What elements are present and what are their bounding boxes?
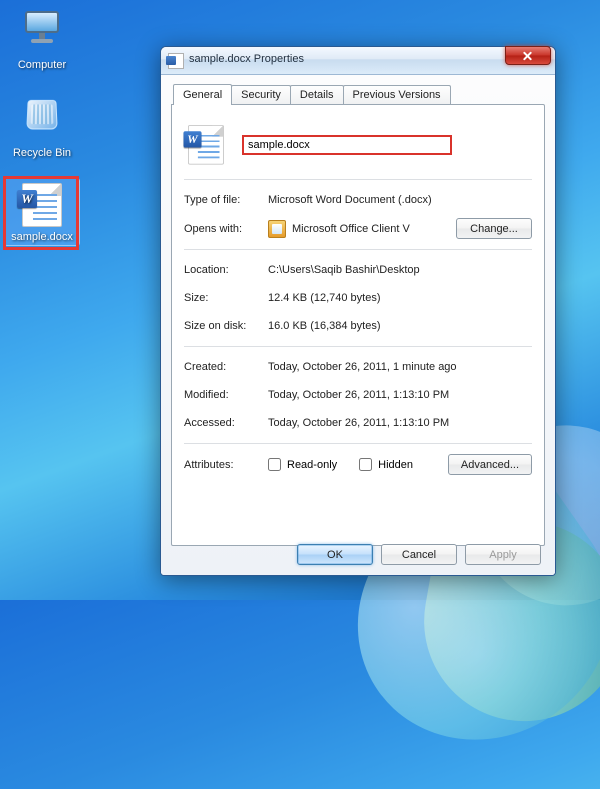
- titlebar[interactable]: sample.docx Properties: [161, 47, 555, 75]
- label-size-on-disk: Size on disk:: [184, 320, 268, 332]
- checkbox-readonly[interactable]: [268, 458, 281, 471]
- label-type-of-file: Type of file:: [184, 194, 268, 206]
- value-size-on-disk: 16.0 KB (16,384 bytes): [268, 320, 381, 332]
- divider: [184, 346, 532, 347]
- label-size: Size:: [184, 292, 268, 304]
- tab-details[interactable]: Details: [290, 85, 344, 104]
- checkbox-hidden-wrap[interactable]: Hidden: [359, 458, 413, 471]
- value-opens-with: Microsoft Office Client V: [292, 223, 410, 235]
- label-accessed: Accessed:: [184, 417, 268, 429]
- value-type-of-file: Microsoft Word Document (.docx): [268, 194, 432, 206]
- value-size: 12.4 KB (12,740 bytes): [268, 292, 381, 304]
- apply-button[interactable]: Apply: [465, 544, 541, 565]
- tab-strip: General Security Details Previous Versio…: [173, 81, 545, 104]
- divider: [184, 179, 532, 180]
- cancel-button[interactable]: Cancel: [381, 544, 457, 565]
- checkbox-readonly-label: Read-only: [287, 459, 337, 471]
- close-icon: [522, 50, 534, 62]
- properties-dialog: sample.docx Properties General Security …: [160, 46, 556, 576]
- close-button[interactable]: [505, 46, 551, 65]
- desktop-icon-label: Computer: [7, 59, 77, 71]
- value-created: Today, October 26, 2011, 1 minute ago: [268, 361, 457, 373]
- desktop-icon-label: Recycle Bin: [7, 147, 77, 159]
- desktop-icon-computer[interactable]: Computer: [4, 6, 80, 74]
- checkbox-hidden-label: Hidden: [378, 459, 413, 471]
- file-large-icon: W: [188, 125, 228, 165]
- tab-previous-versions[interactable]: Previous Versions: [343, 85, 451, 104]
- tab-security[interactable]: Security: [231, 85, 291, 104]
- value-accessed: Today, October 26, 2011, 1:13:10 PM: [268, 417, 449, 429]
- desktop-icon-label: sample.docx: [7, 231, 77, 243]
- label-opens-with: Opens with:: [184, 223, 268, 235]
- filename-field[interactable]: sample.docx: [242, 135, 452, 155]
- desktop-icon-sample-docx[interactable]: W sample.docx: [4, 178, 80, 246]
- ok-button[interactable]: OK: [297, 544, 373, 565]
- change-button[interactable]: Change...: [456, 218, 532, 239]
- checkbox-hidden[interactable]: [359, 458, 372, 471]
- label-attributes: Attributes:: [184, 459, 268, 471]
- recycle-bin-icon: [20, 99, 64, 143]
- divider: [184, 249, 532, 250]
- dialog-title: sample.docx Properties: [189, 53, 304, 65]
- value-location: C:\Users\Saqib Bashir\Desktop: [268, 264, 420, 276]
- filename-text: sample.docx: [248, 137, 310, 153]
- tab-general[interactable]: General: [173, 84, 232, 105]
- titlebar-doc-icon: [168, 53, 184, 69]
- label-location: Location:: [184, 264, 268, 276]
- divider: [184, 443, 532, 444]
- advanced-button[interactable]: Advanced...: [448, 454, 532, 475]
- opens-with-app-icon: [268, 220, 286, 238]
- tab-panel-general: W sample.docx Type of file: Microsoft Wo…: [171, 104, 545, 546]
- desktop-icon-recycle-bin[interactable]: Recycle Bin: [4, 92, 80, 162]
- computer-icon: [20, 11, 64, 55]
- label-created: Created:: [184, 361, 268, 373]
- label-modified: Modified:: [184, 389, 268, 401]
- value-modified: Today, October 26, 2011, 1:13:10 PM: [268, 389, 449, 401]
- checkbox-readonly-wrap[interactable]: Read-only: [268, 458, 337, 471]
- word-doc-icon: W: [20, 183, 64, 227]
